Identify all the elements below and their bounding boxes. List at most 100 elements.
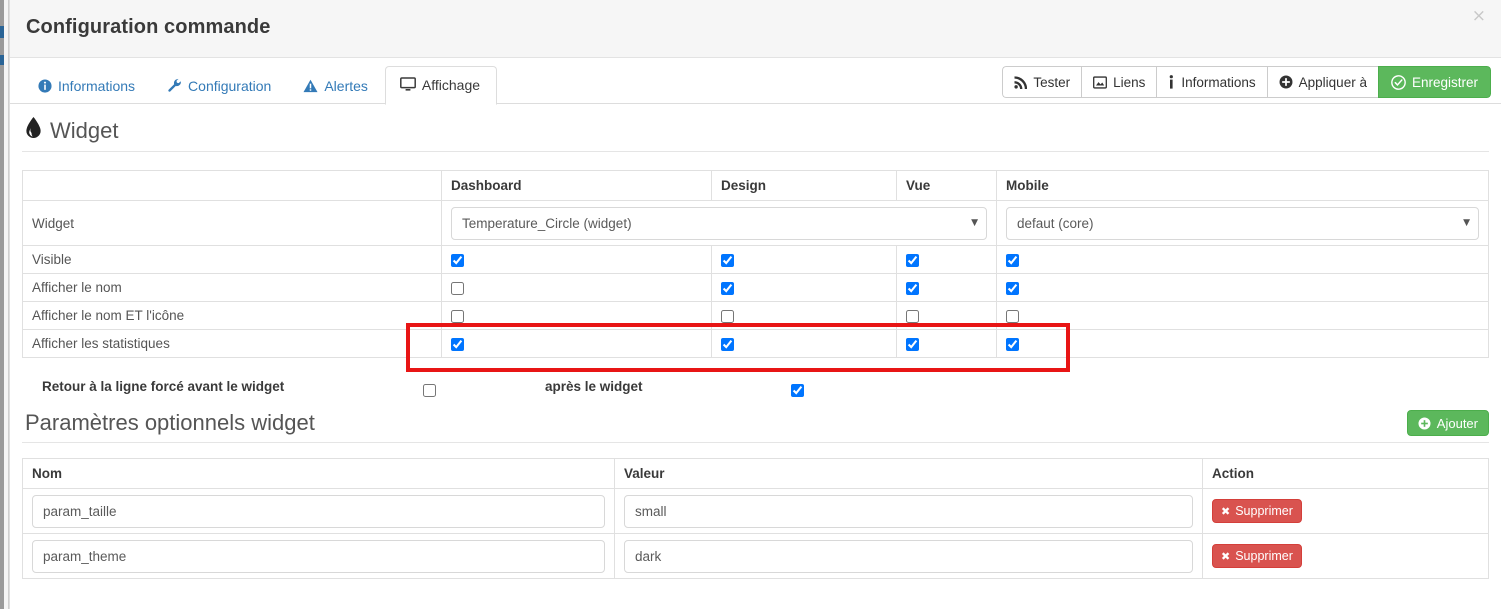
configuration-modal: Configuration commande × Informations Co… (9, 0, 1501, 609)
informations-button[interactable]: Informations (1156, 66, 1267, 98)
times-icon: ✖ (1221, 549, 1231, 563)
tab-list: Informations Configuration Alertes Affic… (23, 65, 498, 105)
cell-action: ✖ Supprimer (1202, 533, 1489, 579)
cell-nom (22, 533, 615, 579)
test-button[interactable]: Tester (1002, 66, 1082, 98)
cell-vue (896, 301, 997, 330)
param-name-input[interactable] (32, 539, 605, 573)
cell-mobile (996, 245, 1489, 274)
checkbox-show-name-vue[interactable] (906, 281, 919, 295)
cell-design (711, 301, 897, 330)
row-label: Visible (22, 245, 442, 274)
tab-label: Affichage (421, 76, 481, 93)
cell-vue (896, 273, 997, 302)
col-header-dashboard: Dashboard (441, 170, 712, 201)
tab-label: Alertes (324, 77, 368, 94)
cell-design (711, 329, 897, 358)
checkbox-show-name-design[interactable] (721, 281, 734, 295)
tab-informations[interactable]: Informations (23, 67, 152, 104)
cell-dashboard (441, 245, 712, 274)
col-header-blank (22, 170, 442, 201)
delete-parameter-button[interactable]: ✖ Supprimer (1212, 544, 1302, 568)
add-parameter-button[interactable]: Ajouter (1406, 410, 1489, 436)
tab-configuration[interactable]: Configuration (152, 67, 288, 104)
line-break-options-row: Retour à la ligne forcé avant le widget … (22, 368, 1489, 408)
rss-icon (1014, 75, 1028, 89)
checkbox-line-break-before[interactable] (423, 383, 436, 397)
modal-header: Configuration commande × (10, 0, 1501, 58)
col-header-action: Action (1202, 458, 1489, 489)
col-header-vue: Vue (896, 170, 997, 201)
delete-parameter-button[interactable]: ✖ Supprimer (1212, 499, 1302, 523)
info-circle-icon (38, 79, 52, 93)
widget-dashboard-select[interactable]: Temperature_Circle (widget) (451, 206, 987, 240)
tab-alertes[interactable]: Alertes (288, 67, 385, 104)
checkbox-visible-dashboard[interactable] (451, 253, 464, 267)
button-label: Enregistrer (1411, 74, 1478, 90)
times-icon: ✖ (1221, 504, 1231, 518)
widget-mobile-select-cell: defaut (core) ▼ (996, 200, 1489, 246)
checkbox-visible-mobile[interactable] (1006, 253, 1019, 267)
tab-affichage[interactable]: Affichage (384, 65, 498, 105)
background-menu-marker-2 (0, 55, 4, 65)
cell-mobile (996, 329, 1489, 358)
background-page-edge (0, 0, 9, 609)
info-icon (1168, 75, 1175, 89)
checkbox-show-name-mobile[interactable] (1006, 281, 1019, 295)
checkbox-show-name-icon-mobile[interactable] (1006, 309, 1019, 323)
plus-circle-icon (1418, 416, 1431, 430)
widget-select-cell: Temperature_Circle (widget) ▼ (441, 200, 997, 246)
param-name-input[interactable] (32, 494, 605, 528)
line-break-after-label: après le widget (545, 379, 643, 394)
table-header-row: Dashboard Design Vue Mobile (22, 170, 1489, 201)
line-break-before-checkbox-wrap (423, 382, 436, 397)
cell-nom (22, 488, 615, 534)
close-icon[interactable]: × (1468, 6, 1490, 27)
cell-mobile (996, 301, 1489, 330)
checkbox-visible-design[interactable] (721, 253, 734, 267)
apply-to-button[interactable]: Appliquer à (1266, 66, 1378, 98)
col-header-mobile: Mobile (996, 170, 1489, 201)
button-label: Liens (1113, 74, 1146, 90)
checkbox-show-name-icon-design[interactable] (721, 309, 734, 323)
check-circle-icon (1391, 74, 1406, 90)
cell-dashboard (441, 329, 712, 358)
link-image-icon (1093, 75, 1108, 89)
action-button-group: Tester Liens Informations Appliquer à En… (1002, 66, 1491, 98)
col-header-nom: Nom (22, 458, 615, 489)
modal-body: Widget Dashboard Design Vue Mobile Widge… (10, 104, 1501, 609)
cell-dashboard (441, 301, 712, 330)
table-row-show-name: Afficher le nom (22, 273, 1489, 302)
button-label: Supprimer (1235, 549, 1293, 563)
checkbox-show-name-icon-vue[interactable] (906, 309, 919, 323)
table-row-show-statistics: Afficher les statistiques (22, 329, 1489, 358)
checkbox-show-statistics-design[interactable] (721, 337, 734, 351)
checkbox-show-statistics-mobile[interactable] (1006, 337, 1019, 351)
checkbox-visible-vue[interactable] (906, 253, 919, 267)
table-row-visible: Visible (22, 245, 1489, 274)
checkbox-line-break-after[interactable] (791, 383, 804, 397)
cell-vue (896, 329, 997, 358)
col-header-valeur: Valeur (614, 458, 1203, 489)
button-label: Supprimer (1235, 504, 1293, 518)
tint-drop-icon (25, 117, 42, 145)
table-row-show-name-and-icon: Afficher le nom ET l'icône (22, 301, 1489, 330)
tabbar: Informations Configuration Alertes Affic… (10, 58, 1501, 105)
checkbox-show-name-dashboard[interactable] (451, 281, 464, 295)
widget-mobile-select[interactable]: defaut (core) (1006, 206, 1479, 240)
button-label: Appliquer à (1298, 74, 1367, 90)
table-row: ✖ Supprimer (22, 533, 1489, 579)
checkbox-show-statistics-dashboard[interactable] (451, 337, 464, 351)
table-row: ✖ Supprimer (22, 488, 1489, 534)
links-button[interactable]: Liens (1081, 66, 1157, 98)
widget-section-legend: Widget (22, 104, 1489, 152)
save-button[interactable]: Enregistrer (1377, 66, 1491, 98)
desktop-icon (399, 77, 416, 92)
line-break-after-checkbox-wrap (791, 382, 804, 397)
checkbox-show-name-icon-dashboard[interactable] (451, 309, 464, 323)
checkbox-show-statistics-vue[interactable] (906, 337, 919, 351)
param-value-input[interactable] (624, 539, 1193, 573)
param-value-input[interactable] (624, 494, 1193, 528)
cell-valeur (614, 533, 1203, 579)
button-label: Informations (1181, 74, 1256, 90)
